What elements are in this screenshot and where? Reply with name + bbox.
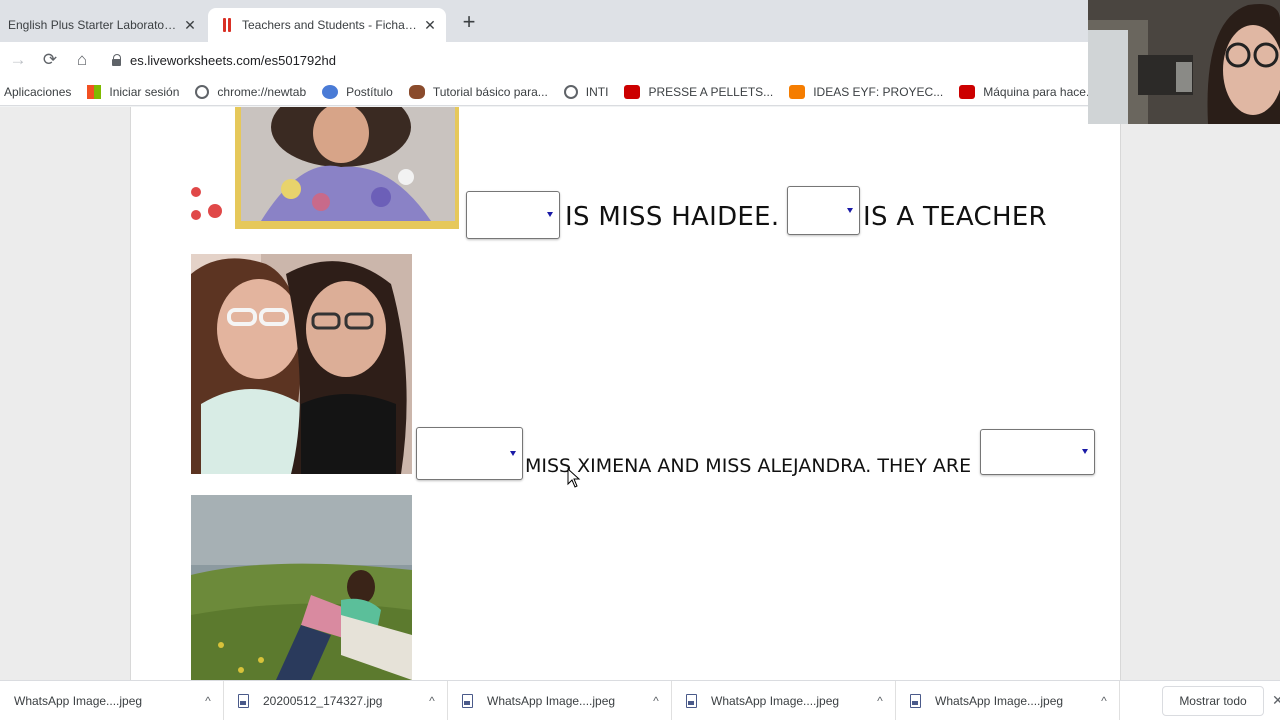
bookmark-iniciar-sesion[interactable]: Iniciar sesión (87, 84, 180, 99)
globe-icon (563, 84, 578, 99)
worksheet[interactable]: IS MISS HAIDEE. IS A TEACHER MISS XIMENA… (130, 107, 1121, 680)
download-file-name: 20200512_174327.jpg (263, 693, 383, 708)
home-icon[interactable]: ⌂ (66, 50, 98, 70)
dropdown-arrow-icon (510, 450, 516, 456)
show-all-downloads-button[interactable]: Mostrar todo (1162, 686, 1264, 716)
forward-arrow-icon[interactable]: → (2, 50, 34, 70)
tab-english-plus[interactable]: English Plus Starter Laboratorio d ✕ (0, 8, 206, 42)
bookmarks-bar: Aplicaciones Iniciar sesión chrome://new… (0, 78, 1088, 106)
image-file-icon (238, 693, 249, 708)
download-item[interactable]: WhatsApp Image....jpeg ^ (896, 680, 1120, 720)
chevron-up-icon[interactable]: ^ (641, 694, 671, 708)
youtube-icon (959, 84, 976, 99)
tab-strip: English Plus Starter Laboratorio d ✕ Tea… (0, 0, 1088, 42)
photo-miss-haidee (191, 107, 459, 229)
download-file-name: WhatsApp Image....jpeg (487, 693, 616, 708)
youtube-icon (624, 84, 641, 99)
bookmark-tutorial[interactable]: Tutorial básico para... (408, 84, 548, 99)
image-file-icon (686, 693, 697, 708)
bookmark-label: Tutorial básico para... (432, 84, 548, 99)
answer-select-3[interactable] (416, 427, 523, 480)
bookmark-label: chrome://newtab (217, 84, 307, 99)
screen: English Plus Starter Laboratorio d ✕ Tea… (0, 0, 1280, 720)
page-content: IS MISS HAIDEE. IS A TEACHER MISS XIMENA… (0, 107, 1280, 680)
blogger-icon (789, 84, 806, 99)
photo-outdoor (191, 495, 412, 680)
download-file-name: WhatsApp Image....jpeg (711, 693, 840, 708)
downloads-bar: WhatsApp Image....jpeg ^ 20200512_174327… (0, 680, 1280, 720)
sentence-teacher: IS A TEACHER (863, 202, 1047, 232)
dropdown-arrow-icon (547, 212, 553, 217)
sentence-ximena-alejandra: MISS XIMENA AND MISS ALEJANDRA. THEY ARE (525, 455, 972, 477)
tab-close-icon[interactable]: ✕ (180, 17, 200, 34)
address-bar[interactable]: es.liveworksheets.com/es501792hd (130, 53, 336, 68)
ant-icon (408, 84, 425, 99)
image-file-icon (462, 693, 473, 708)
reload-icon[interactable]: ⟳ (34, 50, 66, 70)
image-file-icon (910, 693, 921, 708)
new-tab-button[interactable]: + (458, 11, 480, 34)
answer-select-2[interactable] (787, 186, 860, 235)
bookmark-label: PRESSE A PELLETS... (648, 84, 774, 99)
download-item[interactable]: WhatsApp Image....jpeg ^ (0, 680, 224, 720)
tab-title: Teachers and Students - Ficha int (242, 18, 420, 32)
download-item[interactable]: 20200512_174327.jpg ^ (224, 680, 448, 720)
download-item[interactable]: WhatsApp Image....jpeg ^ (672, 680, 896, 720)
bookmark-label: IDEAS EYF: PROYEC... (813, 84, 944, 99)
chevron-up-icon[interactable]: ^ (1089, 694, 1119, 708)
download-file-name: WhatsApp Image....jpeg (14, 693, 143, 708)
chevron-up-icon[interactable]: ^ (417, 694, 447, 708)
bookmark-chrome-newtab[interactable]: chrome://newtab (195, 84, 307, 99)
chevron-up-icon[interactable]: ^ (193, 694, 223, 708)
chevron-up-icon[interactable]: ^ (865, 694, 895, 708)
answer-select-4[interactable] (980, 429, 1095, 475)
ai-logo-icon (322, 84, 339, 99)
lock-icon[interactable] (112, 53, 122, 67)
answer-select-1[interactable] (466, 191, 560, 239)
close-downloads-icon[interactable]: ✕ (1272, 692, 1280, 709)
tab-teachers-and-students[interactable]: Teachers and Students - Ficha int ✕ (208, 8, 446, 42)
dropdown-arrow-icon (847, 207, 853, 213)
download-file-name: WhatsApp Image....jpeg (935, 693, 1064, 708)
bookmark-inti[interactable]: INTI (563, 84, 609, 99)
bookmark-label: Aplicaciones (4, 84, 72, 99)
bookmark-label: INTI (585, 84, 609, 99)
download-item[interactable]: WhatsApp Image....jpeg ^ (448, 680, 672, 720)
bookmark-postitulo[interactable]: Postítulo (322, 84, 393, 99)
bookmark-ideas-eyf[interactable]: IDEAS EYF: PROYEC... (789, 84, 944, 99)
bookmark-aplicaciones[interactable]: Aplicaciones (4, 85, 71, 99)
webcam-overlay (1088, 0, 1280, 124)
bookmark-label: Iniciar sesión (109, 84, 180, 99)
tab-close-icon[interactable]: ✕ (420, 17, 440, 34)
tab-title: English Plus Starter Laboratorio d (8, 18, 180, 32)
address-toolbar: → ⟳ ⌂ es.liveworksheets.com/es501792hd (0, 42, 1088, 78)
bookmark-label: Postítulo (346, 84, 393, 99)
sentence-haidee: IS MISS HAIDEE. (565, 202, 780, 232)
bookmark-presse[interactable]: PRESSE A PELLETS... (624, 84, 774, 99)
bookmark-maquina[interactable]: Máquina para hace... (959, 84, 1088, 99)
bookmark-label: Máquina para hace... (983, 84, 1088, 99)
photo-ximena-alejandra (191, 254, 412, 474)
globe-icon (195, 84, 210, 99)
liveworksheets-favicon-icon (222, 18, 232, 32)
dropdown-arrow-icon (1082, 449, 1088, 454)
microsoft-icon (87, 84, 102, 99)
